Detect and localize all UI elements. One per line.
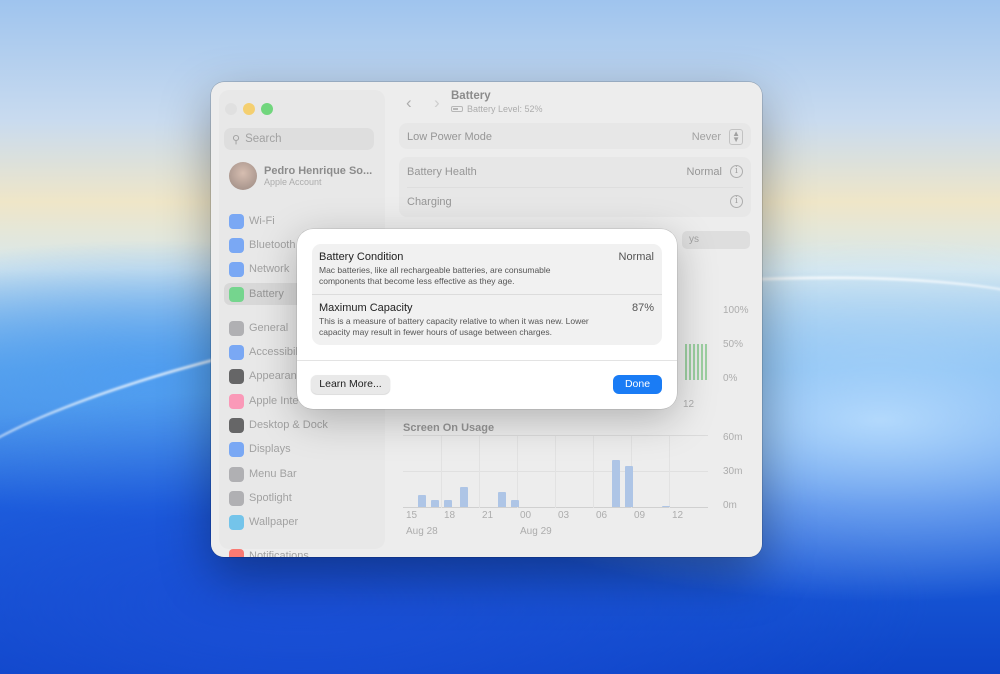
done-button[interactable]: Done xyxy=(613,375,662,394)
condition-value: Normal xyxy=(618,251,654,263)
learn-more-button[interactable]: Learn More... xyxy=(311,375,390,394)
divider xyxy=(312,294,662,295)
capacity-title: Maximum Capacity xyxy=(319,302,413,314)
footer-divider xyxy=(297,360,677,361)
battery-health-details: Battery Condition Normal Mac batteries, … xyxy=(312,244,662,345)
battery-health-sheet: Battery Condition Normal Mac batteries, … xyxy=(297,229,677,409)
capacity-value: 87% xyxy=(631,302,654,314)
condition-title: Battery Condition xyxy=(319,251,404,263)
condition-description: Mac batteries, like all rechargeable bat… xyxy=(319,265,551,286)
capacity-description: This is a measure of battery capacity re… xyxy=(319,316,589,337)
